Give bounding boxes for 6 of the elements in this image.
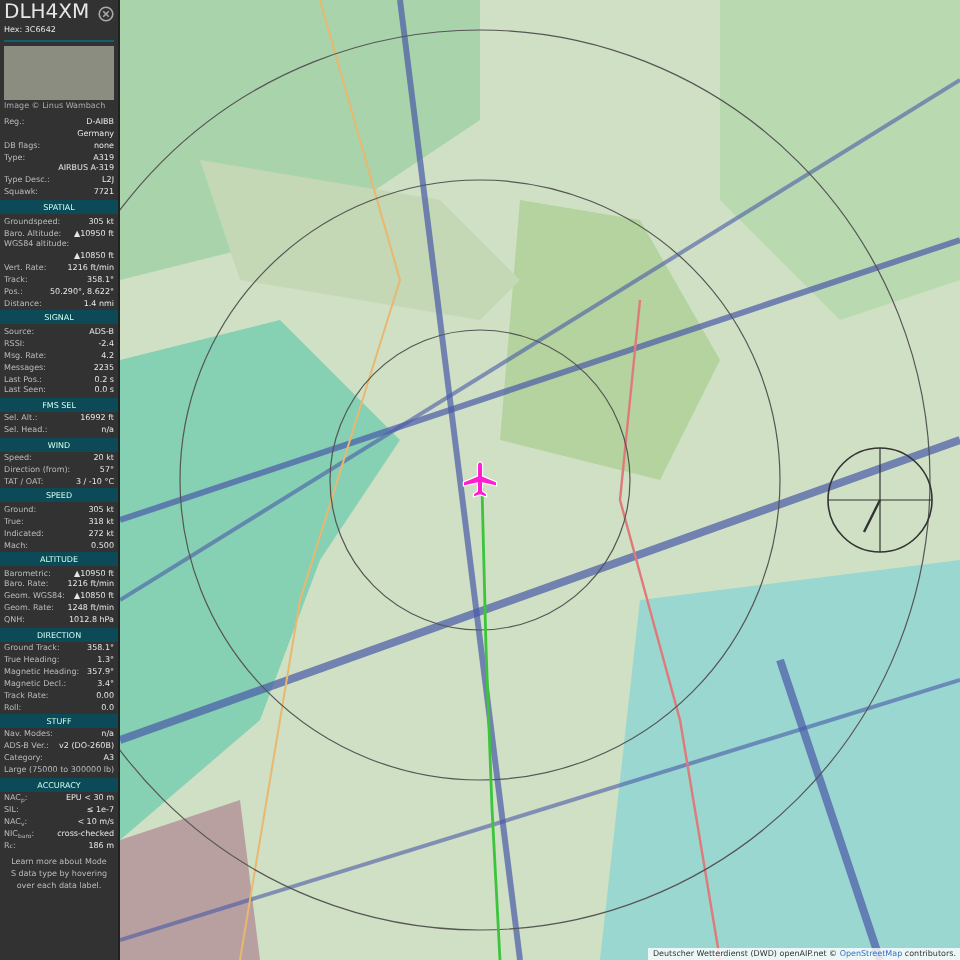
map-drawing[interactable] bbox=[120, 0, 960, 960]
airplane-icon[interactable] bbox=[460, 460, 500, 500]
photo-placeholder bbox=[4, 45, 114, 100]
compass-drawing bbox=[824, 444, 936, 556]
callsign-title: DLH4XM bbox=[4, 2, 90, 24]
close-icon[interactable] bbox=[98, 6, 114, 22]
